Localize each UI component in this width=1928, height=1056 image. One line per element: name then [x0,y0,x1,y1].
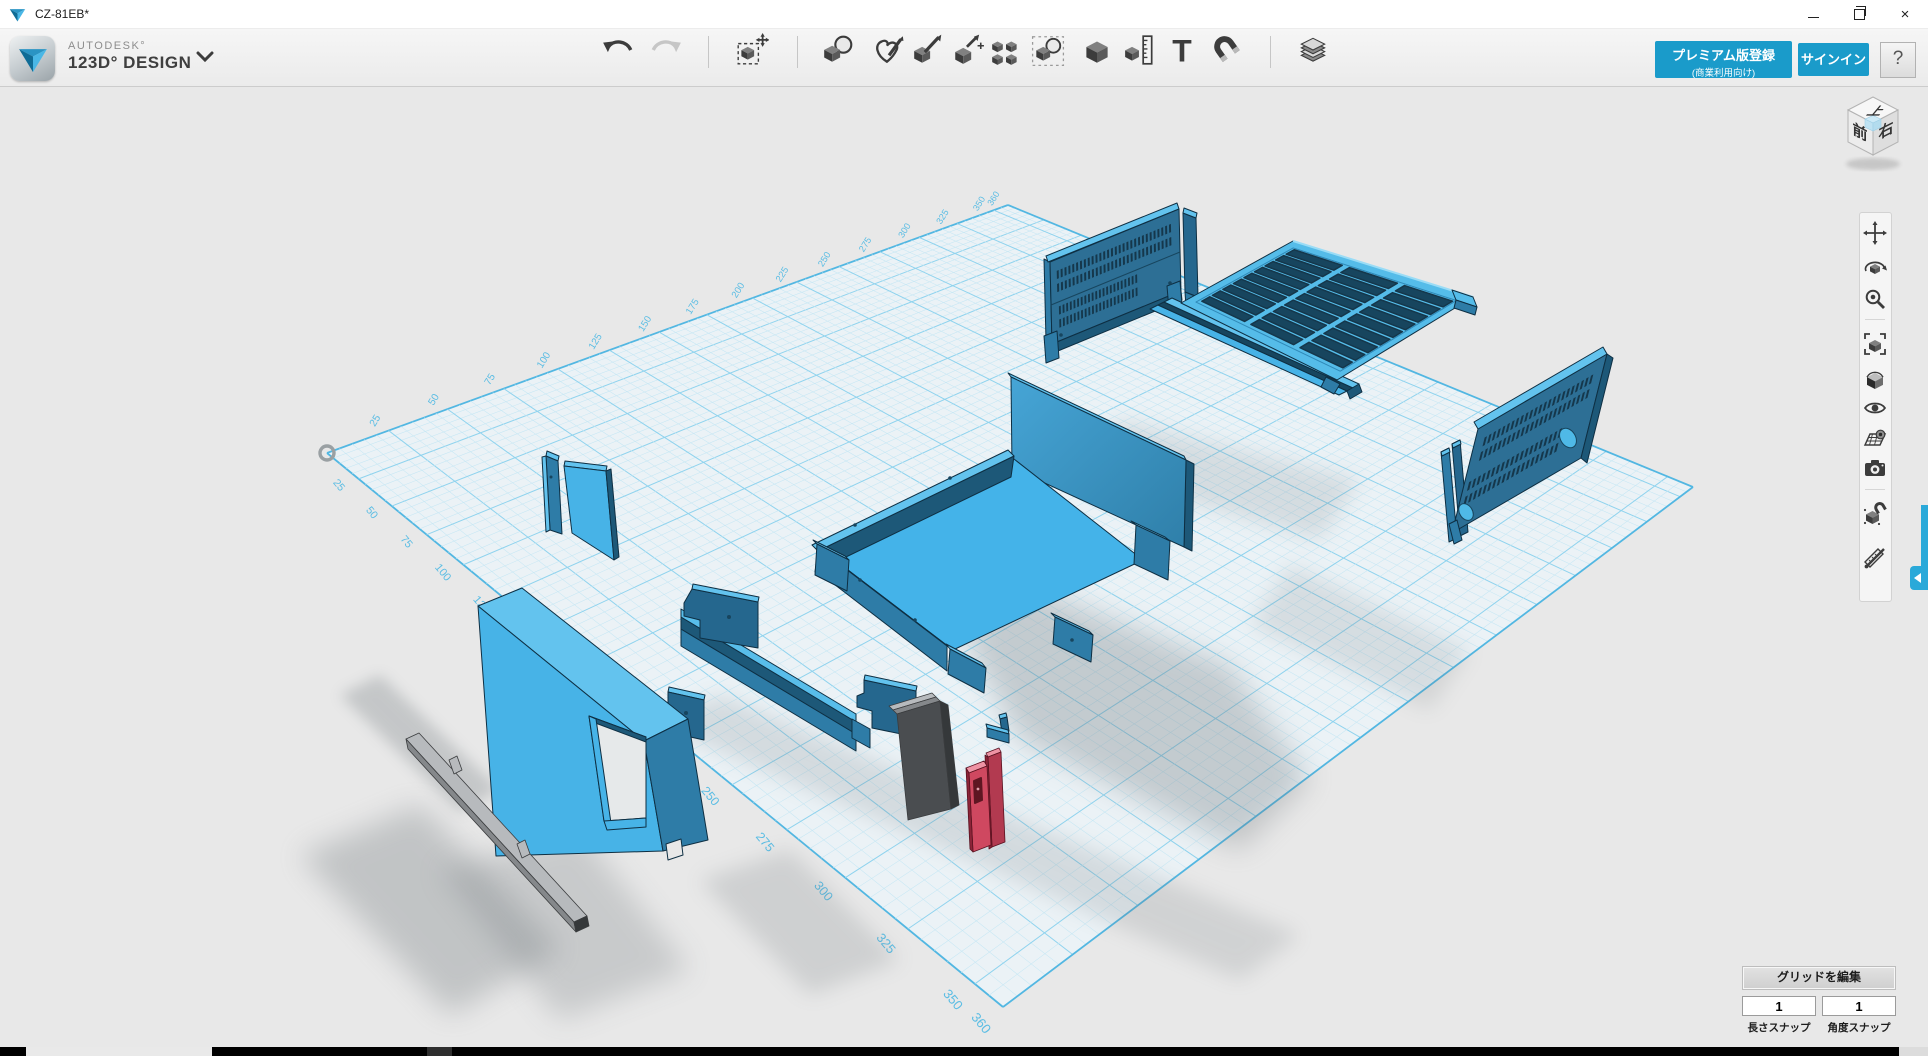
combine-icon[interactable] [1080,33,1114,67]
taskbar-segment-2[interactable] [427,1047,452,1056]
angle-snap-label: 角度スナップ [1822,1020,1896,1035]
primitives-icon[interactable] [821,33,855,67]
sketch-icon[interactable] [871,33,905,67]
minimize-icon [1808,17,1819,18]
zoom-icon[interactable] [1863,287,1887,311]
app-menu-chevron-icon[interactable] [196,50,216,66]
collapse-arrow-icon [1914,573,1921,583]
restore-button[interactable] [1836,0,1882,28]
palette-separator [1865,489,1885,490]
angle-snap-input[interactable] [1822,996,1896,1016]
snap-settings-icon[interactable] [1863,501,1887,525]
grid-snap-panel: グリッドを編集 長さスナップ 角度スナップ [1742,966,1896,1035]
premium-line1: プレミアム版登録 [1655,45,1792,64]
main-toolbar: AUTODESK° 123D° DESIGN T プレミアム版登録 (商業利用向… [0,28,1928,87]
visibility-icon[interactable] [1863,396,1887,420]
shade-mode-icon[interactable] [1863,366,1887,390]
text-tool-icon[interactable]: T [1165,33,1199,67]
brand-block: AUTODESK° 123D° DESIGN [10,36,191,81]
brand-company: AUTODESK° [68,40,191,53]
screenshot-icon[interactable] [1863,456,1887,480]
pattern-icon[interactable] [989,33,1023,67]
length-snap-label: 長さスナップ [1742,1020,1816,1035]
toolbar-separator [708,36,709,68]
view-cube[interactable]: 上 前 右 [1832,84,1922,176]
toolbar-separator [797,36,798,68]
sign-in-button[interactable]: サインイン [1798,43,1869,76]
svg-text:T: T [1172,33,1192,67]
construct-icon[interactable] [911,33,945,67]
measure-tool-icon[interactable] [1863,545,1887,569]
snap-icon[interactable] [1210,33,1244,67]
undo-icon[interactable] [601,33,635,67]
viewport-3d[interactable]: 2525505075751001001251251501501751752002… [0,0,1928,1056]
app-logo-icon [9,6,26,23]
premium-line2: (商業利用向け) [1655,65,1792,79]
edit-grid-button[interactable]: グリッドを編集 [1742,966,1896,990]
panel-collapse-tab[interactable] [1910,566,1928,590]
redo-icon[interactable] [649,33,683,67]
title-bar: CZ-81EB* × [0,0,1928,29]
window-title: CZ-81EB* [35,7,89,21]
panel-edge-strip [1921,505,1928,567]
toolbar-separator [1270,36,1271,68]
help-button[interactable]: ? [1880,42,1916,78]
layers-icon[interactable] [1296,33,1330,67]
measure-icon[interactable] [1123,33,1157,67]
group-icon[interactable] [1031,33,1065,67]
brand-product: 123D° DESIGN [68,53,191,73]
os-taskbar[interactable] [0,1047,1928,1056]
modify-icon[interactable] [951,33,985,67]
premium-register-button[interactable]: プレミアム版登録 (商業利用向け) [1655,41,1792,78]
brand-logo-icon [10,36,55,81]
grid-visibility-icon[interactable] [1863,426,1887,450]
length-snap-input[interactable] [1742,996,1816,1016]
minimize-button[interactable] [1790,0,1836,28]
taskbar-window-segment[interactable] [26,1047,212,1056]
restore-icon [1854,9,1865,20]
palette-separator [1865,319,1885,320]
transform-move-icon[interactable] [735,33,769,67]
taskbar-tray-segment[interactable] [1899,1047,1928,1056]
fit-view-icon[interactable] [1863,332,1887,356]
view-tool-palette [1859,212,1892,602]
pan-icon[interactable] [1863,221,1887,245]
orbit-icon[interactable] [1863,255,1887,279]
close-button[interactable]: × [1882,0,1928,28]
